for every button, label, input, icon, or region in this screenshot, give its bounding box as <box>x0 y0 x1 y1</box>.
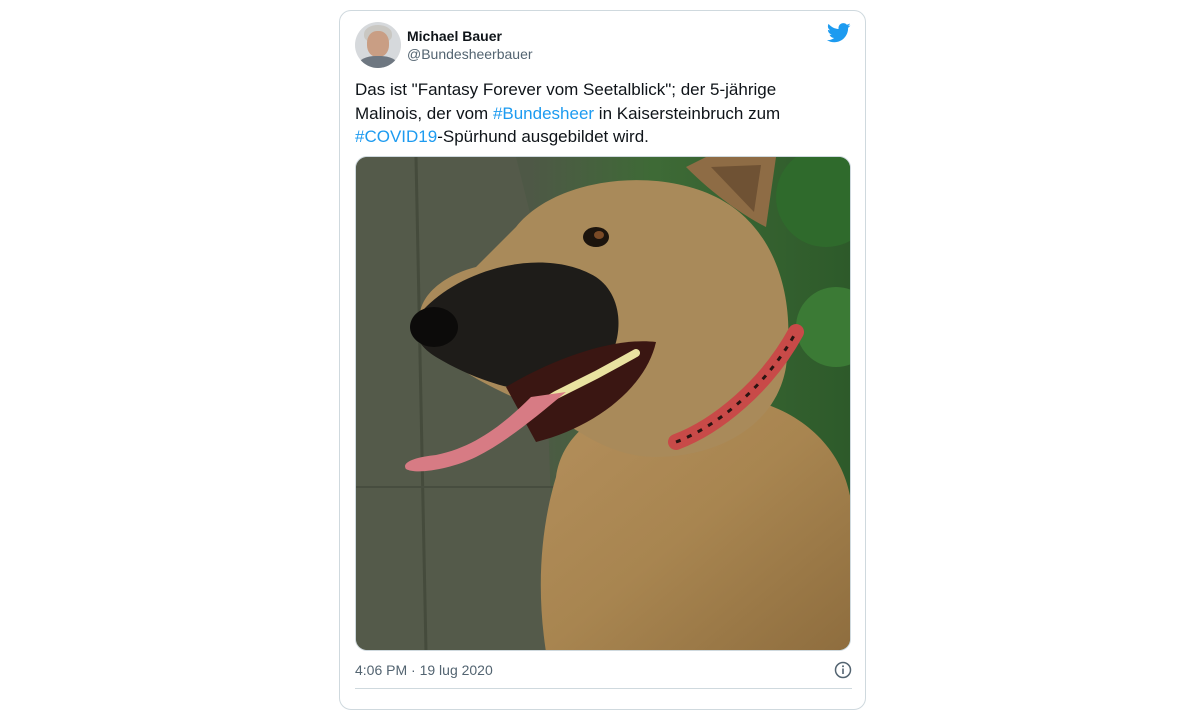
dog-photo-illustration <box>356 157 850 650</box>
info-icon[interactable] <box>834 661 852 679</box>
tweet-timestamp[interactable]: 4:06 PM · 19 lug 2020 <box>355 662 493 678</box>
tweet-footer: 4:06 PM · 19 lug 2020 <box>355 661 852 679</box>
tweet-photo[interactable] <box>355 156 851 651</box>
avatar-shirt <box>358 56 398 68</box>
dog-nose <box>410 307 458 347</box>
author-display-name[interactable]: Michael Bauer <box>407 27 533 45</box>
author-names: Michael Bauer @Bundesheerbauer <box>407 27 533 63</box>
hashtag-covid19[interactable]: #COVID19 <box>355 127 437 146</box>
avatar-face <box>367 31 389 57</box>
tweet-text: Das ist "Fantasy Forever vom Seetalblick… <box>355 78 835 149</box>
hashtag-bundesheer[interactable]: #Bundesheer <box>493 104 594 123</box>
avatar[interactable] <box>355 22 401 68</box>
footer-divider <box>355 688 852 689</box>
author-handle[interactable]: @Bundesheerbauer <box>407 45 533 63</box>
tweet-card: Michael Bauer @Bundesheerbauer Das ist "… <box>339 10 866 710</box>
tweet-header: Michael Bauer @Bundesheerbauer <box>355 21 533 69</box>
dog-iris <box>594 231 604 239</box>
tweet-text-part: in Kaisersteinbruch zum <box>594 103 781 123</box>
twitter-bird-icon[interactable] <box>827 23 851 43</box>
tweet-text-part: -Spürhund ausgebildet wird. <box>437 127 649 146</box>
